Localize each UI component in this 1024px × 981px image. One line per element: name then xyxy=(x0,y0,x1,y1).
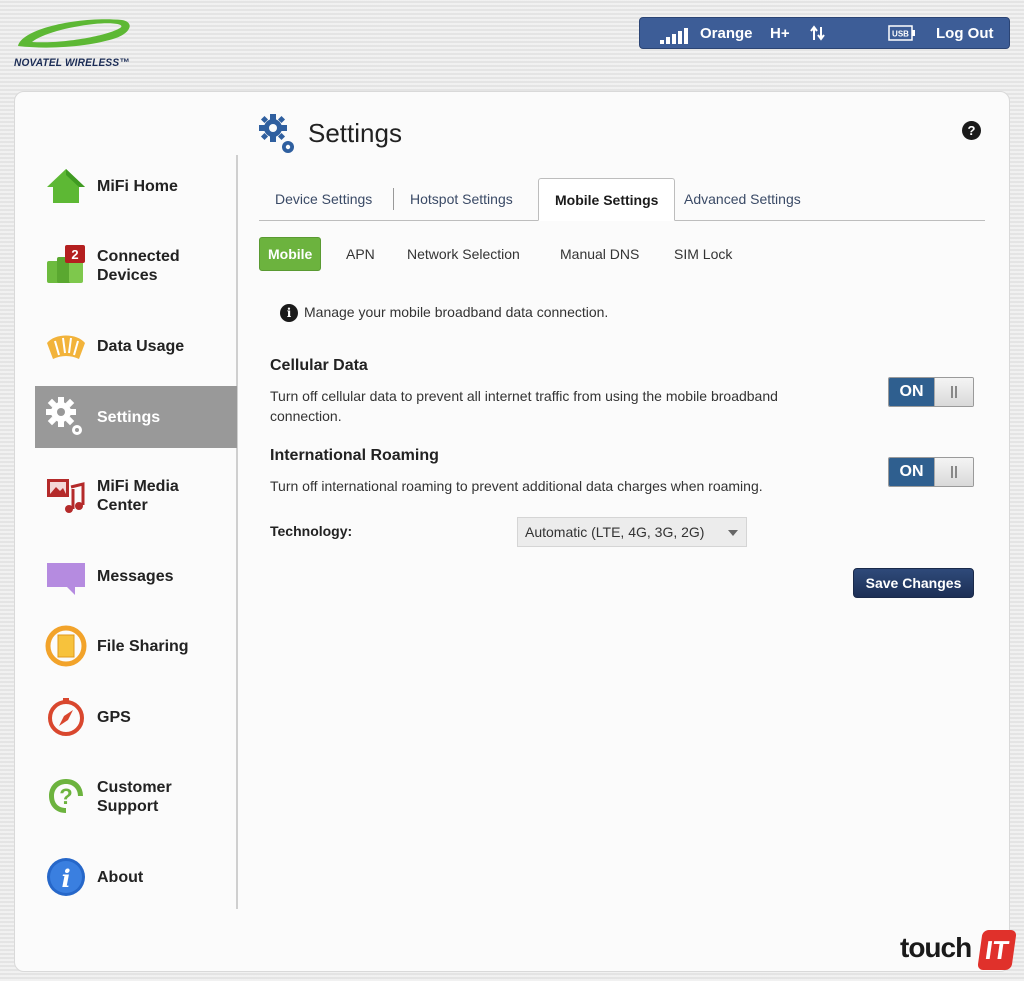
info-text: Manage your mobile broadband data connec… xyxy=(304,304,609,320)
logout-button[interactable]: Log Out xyxy=(936,18,993,48)
svg-text:i: i xyxy=(61,864,70,893)
sidebar-item-customer-support[interactable]: ? Customer Support xyxy=(35,766,237,828)
sidebar-item-mifi-media-center[interactable]: MiFi Media Center xyxy=(35,465,237,527)
svg-text:?: ? xyxy=(59,784,72,809)
gauge-icon xyxy=(47,335,85,359)
sidebar-item-label: MiFi Home xyxy=(97,177,178,195)
sidebar-item-label: Customer Support xyxy=(97,779,172,815)
subtab-sim-lock[interactable]: SIM Lock xyxy=(666,237,740,271)
signal-strength-icon xyxy=(660,24,688,44)
sidebar-item-label: Settings xyxy=(97,408,161,426)
roaming-toggle[interactable]: ON xyxy=(888,457,974,487)
subtab-manual-dns[interactable]: Manual DNS xyxy=(552,237,647,271)
sidebar-item-file-sharing[interactable]: File Sharing xyxy=(35,615,237,677)
main-panel xyxy=(14,91,1010,972)
carrier-name: Orange xyxy=(700,24,753,42)
data-transfer-icon xyxy=(810,18,826,48)
usb-icon: USB xyxy=(888,18,916,48)
gear-icon xyxy=(46,397,82,435)
toggle-on-label: ON xyxy=(889,458,934,486)
cellular-data-title: Cellular Data xyxy=(270,357,368,374)
tab-mobile-settings[interactable]: Mobile Settings xyxy=(538,178,676,221)
tab-device-settings[interactable]: Device Settings xyxy=(259,178,388,220)
toggle-knob xyxy=(934,378,973,406)
house-icon xyxy=(47,169,85,203)
page-title: Settings xyxy=(308,118,402,148)
sidebar-item-label: MiFi Media Center xyxy=(97,478,179,514)
watermark-text: touch xyxy=(900,932,972,963)
sidebar-item-label: File Sharing xyxy=(97,637,189,655)
subtab-apn[interactable]: APN xyxy=(338,237,383,271)
tab-hotspot-settings[interactable]: Hotspot Settings xyxy=(394,178,529,220)
settings-title-icon xyxy=(259,114,294,153)
info-circle-icon: i xyxy=(280,304,298,322)
media-icon xyxy=(47,479,85,513)
watermark-box: IT xyxy=(977,930,1017,970)
subtab-network-selection[interactable]: Network Selection xyxy=(399,237,528,271)
roaming-title: International Roaming xyxy=(270,447,439,464)
subtab-mobile[interactable]: Mobile xyxy=(259,237,322,271)
devices-icon: 2 xyxy=(47,245,85,283)
message-icon xyxy=(47,563,85,595)
help-icon[interactable]: ? xyxy=(962,121,981,140)
sidebar-item-label: About xyxy=(97,868,144,886)
logo-text: NOVATEL WIRELESS™ xyxy=(14,57,130,69)
support-icon: ? xyxy=(49,779,83,813)
file-sharing-icon xyxy=(45,625,87,667)
novatel-logo: NOVATEL WIRELESS™ xyxy=(12,14,137,74)
sidebar-item-gps[interactable]: GPS xyxy=(35,686,237,748)
cellular-data-toggle[interactable]: ON xyxy=(888,377,974,407)
technology-select[interactable]: Automatic (LTE, 4G, 3G, 2G) xyxy=(517,517,747,547)
sidebar-item-messages[interactable]: Messages xyxy=(35,545,237,607)
sidebar-item-connected-devices[interactable]: 2 Connected Devices xyxy=(35,235,237,297)
sidebar-item-label: Connected Devices xyxy=(97,248,180,284)
svg-text:USB: USB xyxy=(892,30,909,39)
network-type: H+ xyxy=(770,24,790,42)
sidebar-item-data-usage[interactable]: Data Usage xyxy=(35,315,237,377)
chevron-down-icon xyxy=(728,530,738,536)
devices-badge: 2 xyxy=(71,247,78,262)
sidebar-item-mifi-home[interactable]: MiFi Home xyxy=(35,155,237,217)
toggle-on-label: ON xyxy=(889,378,934,406)
info-icon: i xyxy=(47,858,85,896)
sidebar-item-label: GPS xyxy=(97,708,131,726)
tab-advanced-settings[interactable]: Advanced Settings xyxy=(668,178,817,220)
status-bar: Orange H+ USB Log Out xyxy=(639,17,1010,49)
sidebar-item-label: Data Usage xyxy=(97,337,185,355)
settings-tabs: Device Settings Hotspot Settings Mobile … xyxy=(259,178,985,221)
compass-icon xyxy=(48,698,84,736)
save-changes-button[interactable]: Save Changes xyxy=(853,568,974,598)
roaming-description: Turn off international roaming to preven… xyxy=(270,478,763,494)
touchit-watermark: touch IT xyxy=(900,930,1017,972)
cellular-data-description: Turn off cellular data to prevent all in… xyxy=(270,388,778,424)
toggle-knob xyxy=(934,458,973,486)
technology-label: Technology: xyxy=(270,523,353,539)
technology-selected-value: Automatic (LTE, 4G, 3G, 2G) xyxy=(525,524,705,540)
sidebar-item-label: Messages xyxy=(97,567,174,585)
tab-separator xyxy=(393,188,394,210)
sidebar-item-settings[interactable]: Settings xyxy=(35,386,237,448)
logo-swoosh-icon xyxy=(18,19,130,48)
sidebar-item-about[interactable]: i About xyxy=(35,846,237,908)
